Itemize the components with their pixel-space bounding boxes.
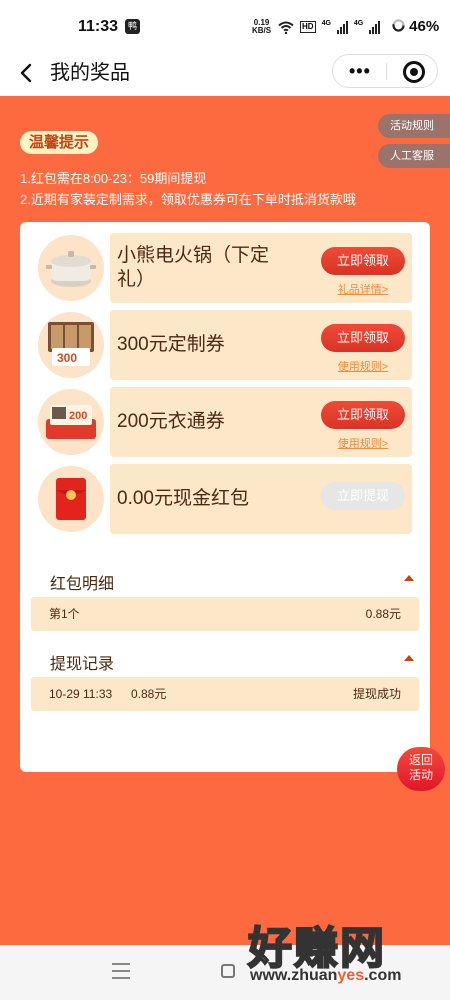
customer-service-button[interactable]: 人工客服 xyxy=(378,144,450,168)
status-bar: 11:33 鸭 0.19 KB/S HD 4G 4G 46% xyxy=(0,0,450,52)
hd-icon: HD xyxy=(300,21,316,33)
wardrobe-coupon-image: 200 xyxy=(38,389,104,455)
prize-box: 小熊电火锅（下定礼） 立即领取 礼品详情> xyxy=(110,233,412,303)
prize-name: 0.00元现金红包 xyxy=(117,488,249,509)
redpacket-row: 第1个 0.88元 xyxy=(31,597,419,631)
withdraw-time: 10-29 11:33 xyxy=(49,687,113,701)
speed-unit: KB/S xyxy=(252,26,272,35)
redpacket-amount: 0.88元 xyxy=(365,607,401,621)
withdraw-records-title: 提现记录 xyxy=(50,656,115,673)
coupon-200-text: 200 xyxy=(69,410,87,422)
claim-button[interactable]: 立即领取 xyxy=(321,401,405,429)
collapse-arrow-icon[interactable] xyxy=(404,655,414,661)
title-bar: 我的奖品 ••• xyxy=(0,52,450,96)
prize-box: 300元定制券 立即领取 使用规则> xyxy=(110,310,412,380)
watermark-url-c: .com xyxy=(364,967,402,984)
collapse-arrow-icon[interactable] xyxy=(404,575,414,581)
tip-line-2: 2.近期有家装定制需求，领取优惠券可在下单时抵消货款哦 xyxy=(20,192,356,207)
back-arrow-icon[interactable] xyxy=(16,62,38,84)
prize-item: 200 200元衣通券 立即领取 使用规则> xyxy=(38,387,412,457)
network-speed: 0.19 KB/S xyxy=(252,19,271,35)
prize-name: 300元定制券 xyxy=(117,334,225,355)
gift-detail-link[interactable]: 礼品详情> xyxy=(321,281,405,297)
withdraw-status: 提现成功 xyxy=(352,687,401,701)
redpacket-index: 第1个 xyxy=(49,607,80,621)
notification-icon: 鸭 xyxy=(125,19,140,34)
usage-rules-link[interactable]: 使用规则> xyxy=(321,435,405,451)
prize-item: 300 300元定制券 立即领取 使用规则> xyxy=(38,310,412,380)
watermark-url-b: yes xyxy=(337,967,365,984)
withdraw-amount: 0.88元 xyxy=(131,687,167,701)
battery-percent: 46% xyxy=(409,18,440,35)
status-icons: HD 4G 4G xyxy=(278,20,381,34)
prize-box: 200元衣通券 立即领取 使用规则> xyxy=(110,387,412,457)
claim-button[interactable]: 立即领取 xyxy=(321,247,405,275)
claim-button[interactable]: 立即领取 xyxy=(321,324,405,352)
network-4g-label: 4G xyxy=(321,20,331,27)
fab-line-1: 返回 xyxy=(408,753,433,767)
back-to-activity-button[interactable]: 返回 活动 xyxy=(397,747,445,791)
coupon-300-text: 300 xyxy=(57,351,77,365)
withdraw-button[interactable]: 立即提现 xyxy=(321,482,405,510)
more-icon[interactable]: ••• xyxy=(349,62,371,80)
red-envelope-image xyxy=(38,466,104,532)
battery-status: 46% xyxy=(392,18,439,35)
cabinet-coupon-image: 300 xyxy=(38,312,104,378)
site-watermark: 好赚网 www.zhuanyes.com xyxy=(244,912,444,992)
hot-pot-image xyxy=(38,235,104,301)
watermark-url-a: www.zhuan xyxy=(250,967,338,984)
withdraw-row: 10-29 11:33 0.88元 提现成功 xyxy=(31,677,419,711)
mini-program-capsule: ••• xyxy=(332,54,438,88)
status-time: 11:33 xyxy=(78,18,119,35)
prize-name: 200元衣通券 xyxy=(117,411,225,432)
home-icon[interactable] xyxy=(221,964,235,978)
activity-rules-button[interactable]: 活动规则 xyxy=(378,114,450,138)
page-title: 我的奖品 xyxy=(50,62,130,84)
tip-badge: 温馨提示 xyxy=(20,131,99,154)
redpacket-detail-title: 红包明细 xyxy=(50,576,115,593)
prize-card: 小熊电火锅（下定礼） 立即领取 礼品详情> 300 300元定制券 立即领取 使… xyxy=(20,222,430,772)
capsule-divider xyxy=(386,63,387,80)
prize-name: 小熊电火锅（下定礼） xyxy=(117,245,270,290)
prize-item: 小熊电火锅（下定礼） 立即领取 礼品详情> xyxy=(38,233,412,303)
menu-icon[interactable] xyxy=(112,963,130,979)
usage-rules-link[interactable]: 使用规则> xyxy=(321,358,405,374)
wifi-icon xyxy=(278,21,294,34)
watermark-url: www.zhuanyes.com xyxy=(250,967,401,985)
signal-icon-2 xyxy=(369,20,381,34)
prize-item: 0.00元现金红包 立即提现 xyxy=(38,464,412,534)
signal-icon xyxy=(336,20,348,34)
tip-line-1: 1.红包需在8:00-23：59期间提现 xyxy=(20,171,207,186)
battery-icon xyxy=(392,19,405,32)
fab-line-2: 活动 xyxy=(408,768,433,782)
tip-notes: 1.红包需在8:00-23：59期间提现 2.近期有家装定制需求，领取优惠券可在… xyxy=(20,168,356,210)
prize-box: 0.00元现金红包 立即提现 xyxy=(110,464,412,534)
network-4g-label-2: 4G xyxy=(353,20,364,27)
main-content: 活动规则 人工客服 温馨提示 1.红包需在8:00-23：59期间提现 2.近期… xyxy=(0,96,450,945)
close-target-icon[interactable] xyxy=(403,61,425,83)
